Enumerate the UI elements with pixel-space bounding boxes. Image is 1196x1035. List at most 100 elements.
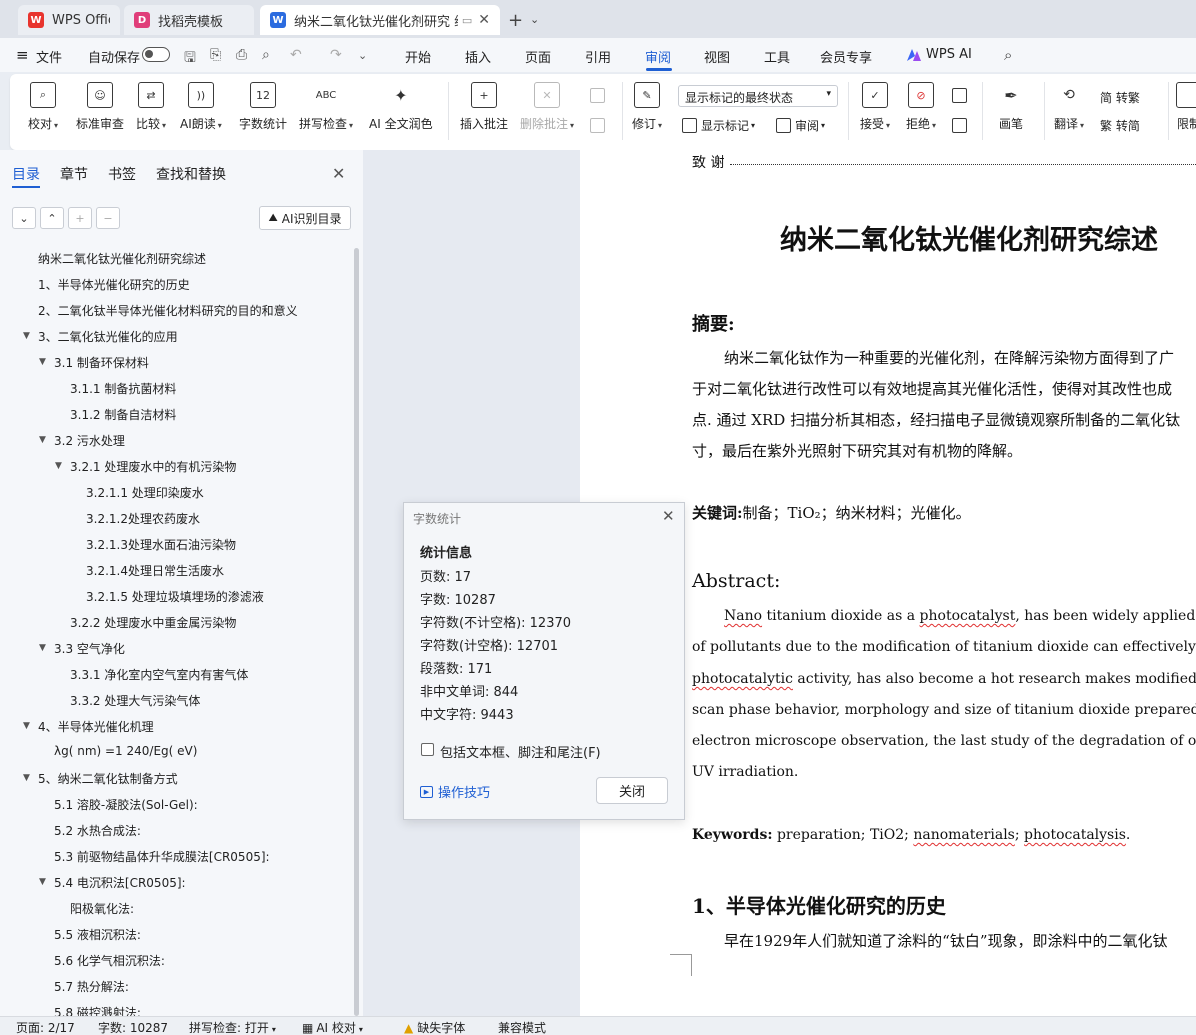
compare-button[interactable]: ⇄ 比较 ▾ [136, 82, 166, 132]
toc-item[interactable]: ▼ 3.2 污水处理 [39, 432, 125, 452]
next-comment-icon[interactable] [590, 118, 609, 133]
wps-ai-button[interactable]: WPS AI [926, 47, 972, 62]
expand-toggle-icon[interactable]: ▼ [55, 461, 62, 471]
undo-icon[interactable]: ↶ [290, 47, 302, 63]
print-preview-icon[interactable]: ⌕ [262, 47, 270, 63]
nav-tab-toc[interactable]: 目录 [12, 164, 40, 184]
save-icon[interactable]: 🖫 [184, 47, 196, 71]
tab-document[interactable]: W 纳米二氧化钛光催化剂研究 综述 ▭ ✕ [260, 5, 500, 35]
toc-item[interactable]: 阳极氧化法: [70, 900, 134, 920]
ai-polish-button[interactable]: ✦ AI 全文润色 [369, 82, 433, 132]
reject-button[interactable]: ⊘ 拒绝 ▾ [906, 82, 936, 132]
chevron-down-icon[interactable]: ⌄ [358, 49, 367, 62]
include-textbox-checkbox[interactable] [421, 743, 434, 756]
print-icon[interactable]: ⎙ [236, 47, 247, 63]
tips-link[interactable]: ▶ 操作技巧 [420, 782, 490, 801]
toc-item[interactable]: 3.2.1.3处理水面石油污染物 [86, 536, 236, 556]
tab-insert[interactable]: 插入 [465, 47, 491, 66]
expand-toggle-icon[interactable]: ▼ [23, 773, 30, 783]
tab-home[interactable]: 开始 [405, 47, 431, 66]
toc-item[interactable]: ▼ 3.2.1 处理废水中的有机污染物 [55, 458, 236, 478]
export-pdf-icon[interactable]: ⎘ [210, 47, 221, 63]
toc-item[interactable]: 1、半导体光催化研究的历史 [38, 276, 190, 296]
status-missing-font[interactable]: ▲ 缺失字体 [404, 1019, 465, 1035]
toc-item[interactable]: 3.1.2 制备自洁材料 [70, 406, 176, 426]
add-heading-button[interactable]: + [68, 207, 92, 229]
expand-toggle-icon[interactable]: ▼ [23, 721, 30, 731]
expand-toggle-icon[interactable]: ▼ [39, 357, 46, 367]
tab-review[interactable]: 审阅 [645, 47, 671, 66]
toc-item[interactable]: 3.3.1 净化室内空气室内有害气体 [70, 666, 248, 686]
toc-item[interactable]: 5.5 液相沉积法: [54, 926, 141, 946]
expand-all-button[interactable]: ⌄ [12, 207, 36, 229]
toc-item[interactable]: 3.2.1.1 处理印染废水 [86, 484, 204, 504]
tab-references[interactable]: 引用 [585, 47, 611, 66]
search-icon[interactable]: ⌕ [1004, 46, 1012, 64]
word-count-button[interactable]: 12 字数统计 [239, 82, 287, 132]
standard-review-button[interactable]: ☺ 标准审查 [76, 82, 124, 132]
to-simplified-button[interactable]: 繁 转简 [1100, 117, 1140, 134]
toc-item[interactable]: 3.2.1.4处理日常生活废水 [86, 562, 224, 582]
collapse-all-button[interactable]: ⌃ [40, 207, 64, 229]
new-tab-icon[interactable]: + [508, 10, 523, 31]
toc-item[interactable]: ▼ 3、二氧化钛光催化的应用 [23, 328, 178, 348]
next-change-icon[interactable] [952, 118, 971, 133]
tab-member[interactable]: 会员专享 [820, 47, 872, 66]
file-menu[interactable]: 文件 [36, 47, 62, 66]
remove-heading-button[interactable]: − [96, 207, 120, 229]
toc-item[interactable]: 3.2.1.5 处理垃圾填埋场的渗滤液 [86, 588, 264, 608]
expand-toggle-icon[interactable]: ▼ [23, 331, 30, 341]
tab-wps-office[interactable]: W WPS Office [18, 5, 120, 35]
show-markup-button[interactable]: 显示标记 ▾ [682, 117, 755, 134]
toc-item[interactable]: ▼ 5.4 电沉积法[CR0505]: [39, 874, 186, 894]
nav-tab-sections[interactable]: 章节 [60, 164, 88, 184]
close-button[interactable]: 关闭 [596, 777, 668, 804]
close-icon[interactable]: ✕ [662, 507, 675, 525]
toc-item[interactable]: 5.6 化学气相沉积法: [54, 952, 165, 972]
redo-icon[interactable]: ↷ [330, 47, 342, 63]
toc-item[interactable]: 3.3.2 处理大气污染气体 [70, 692, 200, 712]
ai-toc-button[interactable]: ⛰ AI识别目录 [259, 206, 351, 230]
toc-item[interactable]: 2、二氧化钛半导体光催化材料研究的目的和意义 [38, 302, 298, 322]
toc-item[interactable]: 5.3 前驱物结晶体升华成膜法[CR0505]: [54, 848, 270, 868]
toc-item[interactable]: ▼ 5、纳米二氧化钛制备方式 [23, 770, 178, 790]
restrict-editing-button[interactable]: 限制 [1176, 82, 1196, 132]
nav-tab-find-replace[interactable]: 查找和替换 [156, 164, 226, 184]
toc-item[interactable]: 3.2.2 处理废水中重金属污染物 [70, 614, 236, 634]
nav-tab-bookmarks[interactable]: 书签 [108, 164, 136, 184]
markup-state-select[interactable]: 显示标记的最终状态 ▾ [678, 85, 838, 107]
toc-item[interactable]: 纳米二氧化钛光催化剂研究综述 [38, 250, 206, 270]
expand-toggle-icon[interactable]: ▼ [39, 435, 46, 445]
prev-change-icon[interactable] [952, 88, 971, 103]
expand-toggle-icon[interactable]: ▼ [39, 877, 46, 887]
delete-comment-button[interactable]: ✕ 删除批注 ▾ [520, 82, 574, 132]
autosave-toggle[interactable] [142, 47, 170, 62]
toc-item[interactable]: 3.2.1.2处理农药废水 [86, 510, 200, 530]
status-spell-check[interactable]: 拼写检查: 打开 ▾ [189, 1019, 276, 1035]
track-changes-button[interactable]: ✎ 修订 ▾ [632, 82, 662, 132]
close-tab-icon[interactable]: ✕ [478, 12, 490, 28]
toc-item[interactable]: ▼ 4、半导体光催化机理 [23, 718, 154, 738]
status-page[interactable]: 页面: 2/17 [16, 1019, 75, 1035]
tab-page[interactable]: 页面 [525, 47, 551, 66]
nav-scrollbar[interactable] [354, 248, 359, 1016]
tab-tools[interactable]: 工具 [764, 47, 790, 66]
toc-item[interactable]: 5.2 水热合成法: [54, 822, 141, 842]
toc-item[interactable]: 5.1 溶胶-凝胶法(Sol-Gel): [54, 796, 198, 816]
toc-item[interactable]: ▼ 3.3 空气净化 [39, 640, 125, 660]
to-traditional-button[interactable]: 简 转繁 [1100, 89, 1140, 106]
toc-item[interactable]: ▼ 3.1 制备环保材料 [39, 354, 149, 374]
review-pane-button[interactable]: 审阅 ▾ [776, 117, 825, 134]
status-word-count[interactable]: 字数: 10287 [98, 1019, 168, 1035]
expand-toggle-icon[interactable]: ▼ [39, 643, 46, 653]
toc-item[interactable]: λg( nm) =1 240/Eg( eV) [54, 744, 197, 764]
chevron-down-icon[interactable]: ⌄ [530, 13, 539, 26]
close-pane-icon[interactable]: ✕ [332, 164, 345, 183]
proofread-button[interactable]: ⌕ 校对 ▾ [28, 82, 58, 132]
toc-item[interactable]: 3.1.1 制备抗菌材料 [70, 380, 176, 400]
status-ai-proof[interactable]: ▦ AI 校对 ▾ [302, 1019, 363, 1035]
menu-hamburger-icon[interactable]: ≡ [16, 46, 29, 64]
tab-view[interactable]: 视图 [704, 47, 730, 66]
tab-template-store[interactable]: D 找稻壳模板 [124, 5, 254, 35]
toc-item[interactable]: 5.7 热分解法: [54, 978, 129, 998]
